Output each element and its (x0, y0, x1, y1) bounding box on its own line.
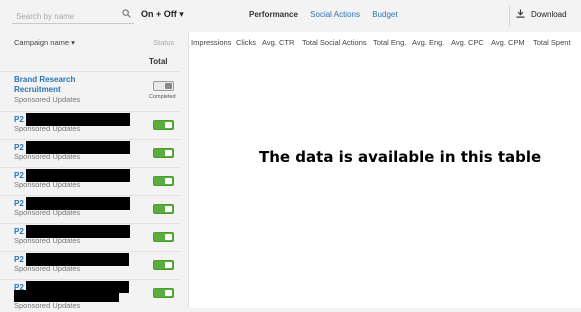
column-header-total-spent[interactable]: Total Spent (533, 38, 571, 47)
campaign-row: Brand Research Recruitment Sponsored Upda… (0, 71, 181, 111)
campaign-row: P2 Sponsored Updates (0, 167, 181, 195)
column-header-total-eng[interactable]: Total Eng. (373, 38, 406, 47)
total-label: Total (149, 57, 168, 66)
column-header-avg-eng[interactable]: Avg. Eng. (412, 38, 444, 47)
campaign-row: P2 Sponsored Updates (0, 223, 181, 251)
campaign-row: P2 Sponsored Updates (0, 251, 181, 279)
campaign-type: Sponsored Updates (14, 301, 81, 310)
metric-tabs: Performance Social Actions Budget (249, 10, 408, 19)
campaign-title-link[interactable]: Brand Research Recruitment (14, 75, 75, 95)
overlay-annotation: The data is available in this table (259, 148, 542, 166)
campaign-status-toggle[interactable] (153, 288, 174, 298)
campaign-type: Sponsored Updates (14, 124, 81, 133)
download-icon (516, 9, 525, 18)
metrics-table: Impressions Clicks Avg. CTR Total Social… (188, 32, 581, 308)
campaign-type: Sponsored Updates (14, 180, 81, 189)
status-text: Completed (149, 94, 176, 100)
tab-performance[interactable]: Performance (249, 10, 298, 19)
campaign-type: Sponsored Updates (14, 236, 81, 245)
campaign-status-toggle[interactable] (153, 260, 174, 270)
column-header-avg-cpm[interactable]: Avg. CPM (491, 38, 525, 47)
campaign-row: P2 Sponsored Updates (0, 111, 181, 139)
campaign-type: Sponsored Updates (14, 208, 81, 217)
tab-budget[interactable]: Budget (372, 10, 397, 19)
campaign-status-toggle[interactable] (153, 176, 174, 186)
column-header-clicks[interactable]: Clicks (236, 38, 256, 47)
campaign-row: P2 Sponsored Updates (0, 139, 181, 167)
status-column-header: Status (153, 38, 175, 47)
campaign-row: P2 Sponsored Updates (0, 279, 181, 312)
campaign-status-toggle[interactable] (153, 232, 174, 242)
campaign-status-toggle[interactable] (153, 204, 174, 214)
column-header-total-social-actions[interactable]: Total Social Actions (302, 38, 367, 47)
download-button[interactable]: Download (516, 9, 567, 19)
search-box (12, 6, 134, 25)
campaign-type: Sponsored Updates (14, 264, 81, 273)
column-header-avg-ctr[interactable]: Avg. CTR (262, 38, 294, 47)
campaign-type: Sponsored Updates (14, 95, 81, 104)
column-header-impressions[interactable]: Impressions (191, 38, 231, 47)
toolbar: On + Off ▾ Performance Social Actions Bu… (0, 0, 581, 32)
campaign-list-panel: Campaign name ▾ Status Total Brand Resea… (0, 32, 181, 312)
campaign-row: P2 Sponsored Updates (0, 195, 181, 223)
tab-social-actions[interactable]: Social Actions (310, 10, 360, 19)
status-filter-dropdown[interactable]: On + Off ▾ (141, 9, 184, 20)
column-header-avg-cpc[interactable]: Avg. CPC (451, 38, 484, 47)
campaign-type: Sponsored Updates (14, 152, 81, 161)
campaign-status-toggle[interactable] (153, 81, 174, 91)
toolbar-divider (509, 6, 510, 26)
campaign-status-toggle[interactable] (153, 120, 174, 130)
download-label: Download (531, 10, 567, 19)
campaign-status-toggle[interactable] (153, 148, 174, 158)
campaign-name-column-header[interactable]: Campaign name ▾ (14, 38, 75, 47)
search-icon[interactable] (122, 9, 131, 18)
search-input[interactable] (12, 8, 112, 25)
